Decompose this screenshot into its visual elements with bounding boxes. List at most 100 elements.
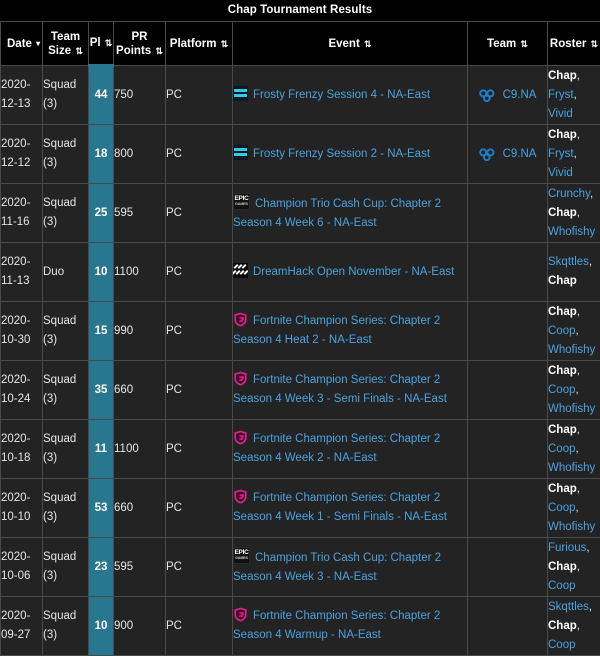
event-link[interactable]: Frosty Frenzy Session 2 - NA-East [233, 145, 467, 164]
cell-placement: 11 [89, 420, 114, 479]
cell-team-size: Squad (3) [43, 479, 89, 538]
roster-player-self: Chap [548, 483, 577, 495]
roster-player-link[interactable]: Skqttles [548, 601, 589, 613]
cell-placement: 10 [89, 597, 114, 656]
roster-separator: , [577, 306, 580, 318]
roster-player-link[interactable]: Vivid [548, 167, 573, 179]
column-header-team-size[interactable]: Team Size ⇅ [43, 22, 89, 66]
cell-pr-points: 1100 [114, 420, 166, 479]
cell-team-size: Squad (3) [43, 302, 89, 361]
cell-date: 2020-10-24 [1, 361, 43, 420]
sort-toggle-icon[interactable]: ⇅ [591, 40, 599, 49]
roster-player-link[interactable]: Whofishy [548, 462, 595, 474]
sort-toggle-icon[interactable]: ⇅ [75, 47, 83, 56]
cell-platform: PC [166, 361, 233, 420]
event-link[interactable]: EPICGAMESChampion Trio Cash Cup: Chapter… [233, 547, 467, 587]
roster-player-link[interactable]: Coop [548, 325, 576, 337]
cell-roster: Crunchy, Chap, Whofishy [548, 184, 600, 243]
roster-player-link[interactable]: Coop [548, 580, 576, 592]
cell-date: 2020-09-27 [1, 597, 43, 656]
column-header-label: Platform [170, 38, 220, 50]
event-link[interactable]: Frosty Frenzy Session 4 - NA-East [233, 86, 467, 105]
event-link[interactable]: Fortnite Champion Series: Chapter 2 Seas… [233, 312, 467, 350]
event-link[interactable]: EPICGAMESChampion Trio Cash Cup: Chapter… [233, 193, 467, 233]
sort-toggle-icon[interactable]: ⇅ [221, 40, 229, 49]
roster-player-self: Chap [548, 620, 577, 632]
column-header-event[interactable]: Event ⇅ [233, 22, 468, 66]
cell-roster: Chap, Coop, Whofishy [548, 420, 600, 479]
table-row: 2020-12-13Squad (3)44750PCFrosty Frenzy … [1, 66, 600, 125]
roster-player-link[interactable]: Whofishy [548, 226, 595, 238]
event-link[interactable]: Fortnite Champion Series: Chapter 2 Seas… [233, 371, 467, 409]
event-link[interactable]: Fortnite Champion Series: Chapter 2 Seas… [233, 607, 467, 645]
roster-player-self: Chap [548, 424, 577, 436]
event-link[interactable]: Fortnite Champion Series: Chapter 2 Seas… [233, 489, 467, 527]
cell-roster: Chap, Fryst, Vivid [548, 125, 600, 184]
team-link[interactable]: C9.NA [468, 86, 547, 105]
cell-team [468, 243, 548, 302]
cell-platform: PC [166, 538, 233, 597]
roster-player-link[interactable]: Whofishy [548, 403, 595, 415]
roster-player-link[interactable]: Fryst [548, 148, 574, 160]
roster-player-link[interactable]: Crunchy [548, 188, 590, 200]
sort-toggle-icon[interactable]: ⇅ [155, 47, 163, 56]
page-title: Chap Tournament Results [0, 0, 600, 21]
cell-team [468, 420, 548, 479]
cell-pr-points: 900 [114, 597, 166, 656]
roster-separator: , [576, 443, 579, 455]
column-header-date[interactable]: Date ▾ [1, 22, 43, 66]
column-header-roster[interactable]: Roster ⇅ [548, 22, 600, 66]
cloud9-icon [479, 89, 496, 102]
tournament-results-table: Date ▾ Team Size ⇅ Pl ⇅ PR Points ⇅ Plat… [0, 21, 600, 656]
cell-team[interactable]: C9.NA [468, 125, 548, 184]
cell-date: 2020-11-16 [1, 184, 43, 243]
roster-player-link[interactable]: Coop [548, 502, 576, 514]
roster-separator: , [577, 620, 580, 632]
sort-toggle-icon[interactable]: ⇅ [364, 40, 372, 49]
epic-games-icon: EPICGAMES [233, 547, 250, 564]
tournament-results-page: Chap Tournament Results Date ▾ Team Size… [0, 0, 600, 632]
roster-player-link[interactable]: Whofishy [548, 344, 595, 356]
table-header: Date ▾ Team Size ⇅ Pl ⇅ PR Points ⇅ Plat… [1, 22, 600, 66]
cell-event: Fortnite Champion Series: Chapter 2 Seas… [233, 597, 468, 656]
roster-player-link[interactable]: Furious [548, 542, 586, 554]
event-label: Fortnite Champion Series: Chapter 2 Seas… [233, 315, 440, 346]
cell-placement: 53 [89, 479, 114, 538]
team-label: C9.NA [503, 145, 537, 164]
column-header-pr-points[interactable]: PR Points ⇅ [114, 22, 166, 66]
sort-desc-icon[interactable]: ▾ [36, 40, 40, 48]
column-header-placement[interactable]: Pl ⇅ [89, 22, 114, 66]
cloud9-icon [479, 148, 496, 161]
column-header-team[interactable]: Team ⇅ [468, 22, 548, 66]
roster-player-self: Chap [548, 365, 577, 377]
cell-platform: PC [166, 597, 233, 656]
cell-placement: 35 [89, 361, 114, 420]
sort-toggle-icon[interactable]: ⇅ [105, 39, 113, 48]
cell-team[interactable]: C9.NA [468, 66, 548, 125]
cell-pr-points: 800 [114, 125, 166, 184]
event-link[interactable]: DreamHack Open November - NA-East [233, 263, 467, 282]
roster-player-link[interactable]: Whofishy [548, 521, 595, 533]
sort-toggle-icon[interactable]: ⇅ [520, 40, 528, 49]
cell-team [468, 538, 548, 597]
cell-event: EPICGAMESChampion Trio Cash Cup: Chapter… [233, 538, 468, 597]
event-label: DreamHack Open November - NA-East [253, 266, 454, 278]
column-header-platform[interactable]: Platform ⇅ [166, 22, 233, 66]
cell-date: 2020-10-18 [1, 420, 43, 479]
roster-player-link[interactable]: Skqttles [548, 256, 589, 268]
roster-player-link[interactable]: Coop [548, 639, 576, 651]
event-link[interactable]: Fortnite Champion Series: Chapter 2 Seas… [233, 430, 467, 468]
roster-player-link[interactable]: Fryst [548, 89, 574, 101]
column-header-label: Team [487, 38, 519, 50]
roster-player-link[interactable]: Vivid [548, 108, 573, 120]
table-row: 2020-10-18Squad (3)111100PCFortnite Cham… [1, 420, 600, 479]
cell-team [468, 302, 548, 361]
cell-pr-points: 595 [114, 184, 166, 243]
roster-player-link[interactable]: Coop [548, 384, 576, 396]
column-header-label: Roster [550, 38, 590, 50]
roster-player-link[interactable]: Coop [548, 443, 576, 455]
table-row: 2020-09-27Squad (3)10900PCFortnite Champ… [1, 597, 600, 656]
roster-separator: , [577, 129, 580, 141]
team-link[interactable]: C9.NA [468, 145, 547, 164]
cell-roster: Chap, Coop, Whofishy [548, 361, 600, 420]
